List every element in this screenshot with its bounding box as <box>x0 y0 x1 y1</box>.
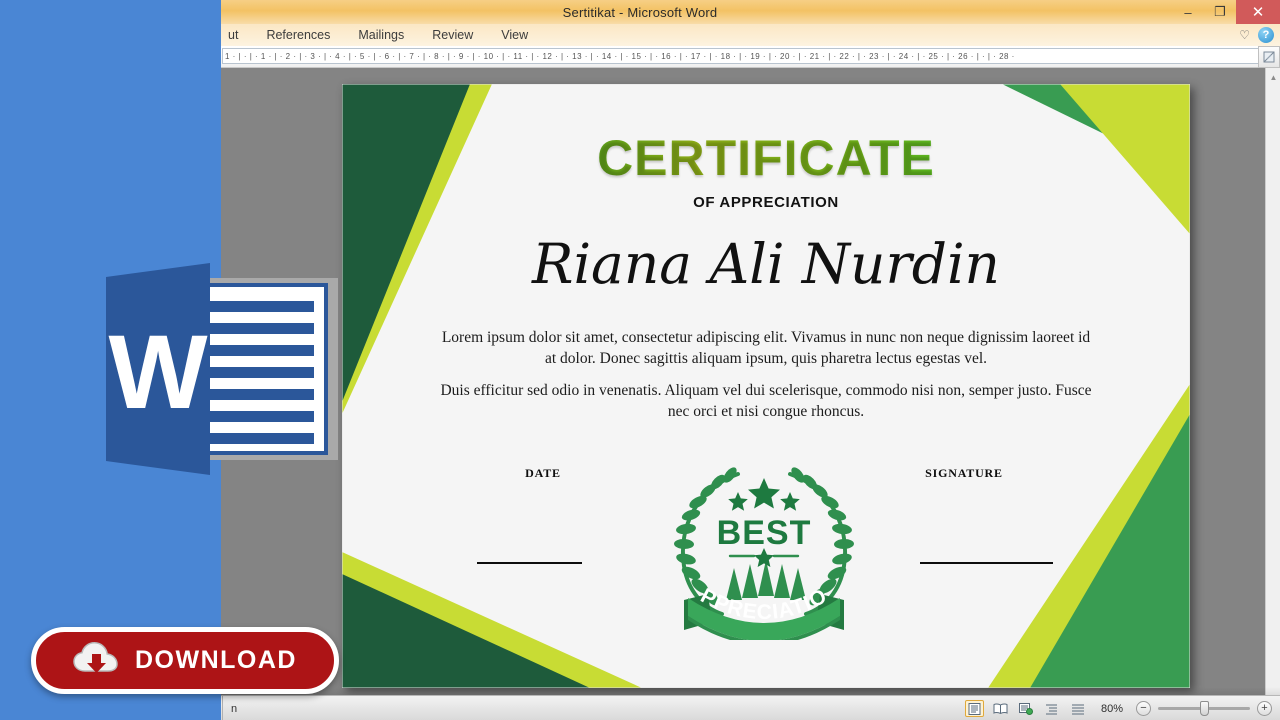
recipient-name: Riana Ali Nurdin <box>532 232 1000 296</box>
view-full-screen-reading-button[interactable] <box>991 700 1010 717</box>
zoom-slider[interactable] <box>1158 701 1250 716</box>
zoom-level-label[interactable]: 80% <box>1095 703 1129 715</box>
certificate-subtitle: OF APPRECIATION <box>693 194 839 211</box>
tab-view[interactable]: View <box>487 28 542 42</box>
certificate-paragraph-2: Duis efficitur sed odio in venenatis. Al… <box>440 382 1092 420</box>
restore-button[interactable]: ❐ <box>1204 0 1236 24</box>
ribbon-right-controls: ♡ ? <box>1239 24 1274 46</box>
status-language[interactable]: n <box>222 696 237 720</box>
certificate-paragraph-1: Lorem ipsum dolor sit amet, consectetur … <box>441 329 1091 367</box>
status-bar-right: 80% − + <box>964 696 1272 720</box>
vertical-scrollbar[interactable]: ▲ <box>1265 68 1280 695</box>
collapse-ribbon-icon[interactable]: ♡ <box>1239 28 1250 42</box>
tab-references[interactable]: References <box>252 28 344 42</box>
scroll-up-arrow-icon[interactable]: ▲ <box>1268 72 1279 83</box>
view-outline-button[interactable] <box>1043 700 1062 717</box>
zoom-in-button[interactable]: + <box>1257 701 1272 716</box>
ruler-marks: 1 · | · | · 1 · | · 2 · | · 3 · | · 4 · … <box>222 48 1266 64</box>
signature-label: SIGNATURE <box>925 466 1003 480</box>
best-appreciation-seal: BEST APPRECIATION <box>656 430 864 645</box>
document-bottom-shadow <box>221 687 1280 695</box>
tab-review[interactable]: Review <box>418 28 487 42</box>
view-print-layout-button[interactable] <box>964 700 984 717</box>
certificate-title: CERTIFICATE <box>342 129 1190 187</box>
download-label: DOWNLOAD <box>135 646 297 674</box>
microsoft-word-logo-icon: W <box>98 263 338 475</box>
svg-text:W: W <box>108 314 207 431</box>
close-button[interactable]: ✕ <box>1236 0 1280 24</box>
view-draft-button[interactable] <box>1069 700 1088 717</box>
help-icon[interactable]: ? <box>1258 27 1274 43</box>
date-label: DATE <box>525 466 561 480</box>
minimize-button[interactable]: – <box>1172 0 1204 24</box>
tab-mailings[interactable]: Mailings <box>344 28 418 42</box>
window-title: Sertitikat - Microsoft Word <box>562 4 718 20</box>
signature-signature-line <box>920 562 1053 564</box>
view-web-layout-button[interactable] <box>1017 700 1036 717</box>
zoom-slider-thumb[interactable] <box>1200 701 1209 716</box>
zoom-out-button[interactable]: − <box>1136 701 1151 716</box>
cloud-download-icon <box>73 641 119 680</box>
download-button[interactable]: DOWNLOAD <box>31 627 339 694</box>
seal-center-text: BEST <box>717 514 812 552</box>
certificate-document-page[interactable]: CERTIFICATE OF APPRECIATION Riana Ali Nu… <box>342 84 1190 688</box>
view-ruler-toggle-icon[interactable] <box>1258 46 1280 68</box>
window-controls: – ❐ ✕ <box>1172 0 1280 24</box>
date-signature-line <box>477 562 582 564</box>
